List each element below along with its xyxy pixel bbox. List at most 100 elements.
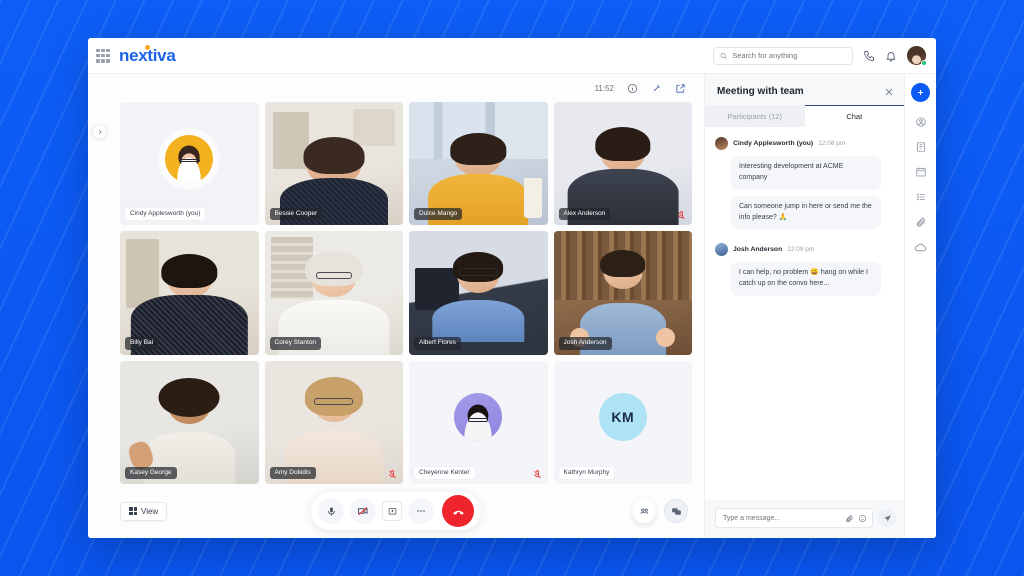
chat-panel: Meeting with team Participants (12) Chat…: [704, 74, 904, 538]
message-header: Cindy Applesworth (you) 12:08 pm: [715, 137, 894, 150]
expand-icon[interactable]: [675, 83, 686, 94]
avatar[interactable]: [907, 46, 927, 66]
search-box[interactable]: [713, 46, 853, 65]
book-icon[interactable]: [915, 141, 927, 153]
app-body: 11:52 Cindy Applesworth (you) Bessie Coo…: [88, 74, 936, 538]
chat-panel-title: Meeting with team: [717, 86, 804, 97]
video-feed: [553, 231, 692, 355]
camera-off-icon: [358, 507, 368, 516]
participant-avatar: [165, 134, 214, 183]
search-input[interactable]: [732, 51, 846, 60]
microphone-icon: [327, 506, 335, 516]
video-feed: [409, 102, 548, 226]
info-icon[interactable]: [627, 83, 638, 94]
chat-panel-header: Meeting with team: [705, 74, 904, 105]
message-author: Josh Anderson: [733, 246, 783, 254]
contact-icon[interactable]: [915, 116, 927, 128]
video-feed: [120, 231, 259, 355]
participant-initials: KM: [598, 393, 647, 442]
meeting-clock: 11:52: [594, 83, 614, 93]
paperclip-icon[interactable]: [845, 514, 854, 523]
grid-view-icon: [129, 507, 137, 515]
video-feed: [553, 102, 692, 226]
participant-name: Albert Flores: [414, 337, 461, 350]
participants-button[interactable]: [632, 499, 656, 523]
message-avatar: [715, 137, 728, 150]
video-feed: [409, 231, 548, 355]
message-input[interactable]: [723, 514, 841, 522]
more-options-icon: [417, 510, 425, 512]
send-button[interactable]: [878, 509, 896, 527]
participant-name: Kathryn Murphy: [558, 466, 615, 479]
video-tile[interactable]: Cindy Applesworth (you): [120, 102, 259, 226]
view-button[interactable]: View: [120, 501, 168, 521]
phone-icon[interactable]: [863, 50, 875, 62]
participant-avatar: [454, 393, 503, 442]
video-grid: Cindy Applesworth (you) Bessie Cooper Du…: [88, 102, 704, 484]
chat-button[interactable]: [664, 499, 688, 523]
close-icon[interactable]: [884, 87, 894, 97]
call-control-bar: [311, 492, 481, 530]
video-tile[interactable]: Josh Anderson: [553, 231, 692, 355]
end-call-button[interactable]: [442, 495, 474, 527]
bell-icon[interactable]: [885, 50, 897, 62]
participant-name: Alex Anderson: [558, 207, 611, 221]
participant-name: Josh Anderson: [558, 337, 612, 350]
video-tile[interactable]: Bessie Cooper: [264, 102, 403, 226]
view-button-label: View: [141, 506, 159, 516]
video-feed: [120, 360, 259, 484]
send-icon: [883, 514, 891, 522]
screen-share-icon: [388, 507, 396, 514]
brand-dot: [145, 44, 150, 50]
grid-apps-icon[interactable]: [96, 48, 110, 63]
participant-name: Kasey George: [125, 466, 177, 479]
screen-share-button[interactable]: [382, 501, 402, 521]
participant-name: Bessie Cooper: [269, 207, 323, 221]
participant-name: Cheyenne Kenter: [414, 466, 475, 479]
tasks-icon[interactable]: [915, 191, 927, 203]
message-time: 12:08 pm: [818, 140, 846, 147]
emoji-icon[interactable]: [858, 514, 867, 523]
participant-name: Corey Stanton: [269, 337, 322, 350]
tab-chat[interactable]: Chat: [804, 105, 904, 127]
tab-participants-label: Participants (12): [727, 111, 783, 121]
message-input-box[interactable]: [715, 508, 873, 528]
message-composer: [705, 500, 904, 538]
cloud-icon[interactable]: [914, 241, 927, 254]
participants-icon: [639, 507, 648, 514]
video-tile[interactable]: Cheyenne Kenter: [409, 360, 548, 484]
video-tile[interactable]: Alex Anderson: [553, 102, 692, 226]
top-bar-actions: [713, 46, 927, 66]
search-icon: [720, 52, 727, 59]
pin-icon[interactable]: [651, 83, 662, 94]
message-avatar: [715, 243, 728, 257]
calendar-icon[interactable]: [915, 166, 927, 178]
video-tile[interactable]: Albert Flores: [409, 231, 548, 355]
presence-indicator: [921, 60, 927, 66]
paperclip-icon[interactable]: [915, 216, 927, 228]
video-tile[interactable]: Kasey George: [120, 360, 259, 484]
tab-chat-label: Chat: [846, 112, 863, 121]
chat-icon: [671, 507, 681, 515]
meeting-controls: View: [88, 484, 704, 538]
add-button[interactable]: [911, 83, 930, 102]
microphone-button[interactable]: [318, 498, 344, 524]
more-options-button[interactable]: [408, 498, 434, 524]
participant-name: Cindy Applesworth (you): [125, 207, 206, 221]
tab-participants[interactable]: Participants (12): [705, 105, 805, 127]
side-panel-toggles: [632, 499, 688, 523]
chevron-right-icon[interactable]: [92, 124, 107, 139]
video-tile[interactable]: Billy Bai: [120, 231, 259, 355]
message-list[interactable]: Cindy Applesworth (you) 12:08 pm Interes…: [705, 127, 904, 500]
video-tile[interactable]: KM Kathryn Murphy: [553, 360, 692, 484]
video-tile[interactable]: Amy Dokidis: [264, 360, 403, 484]
video-tile[interactable]: Corey Stanton: [264, 231, 403, 355]
brand-logo[interactable]: nextiva: [119, 44, 176, 66]
top-bar: nextiva: [88, 38, 936, 74]
video-tile[interactable]: Dulce Mango: [409, 102, 548, 226]
right-rail: [904, 74, 936, 538]
message-header: Josh Anderson 12:09 pm: [715, 243, 894, 257]
video-feed: [264, 360, 403, 484]
meeting-stage: 11:52 Cindy Applesworth (you) Bessie Coo…: [88, 74, 704, 538]
camera-button[interactable]: [350, 498, 376, 524]
